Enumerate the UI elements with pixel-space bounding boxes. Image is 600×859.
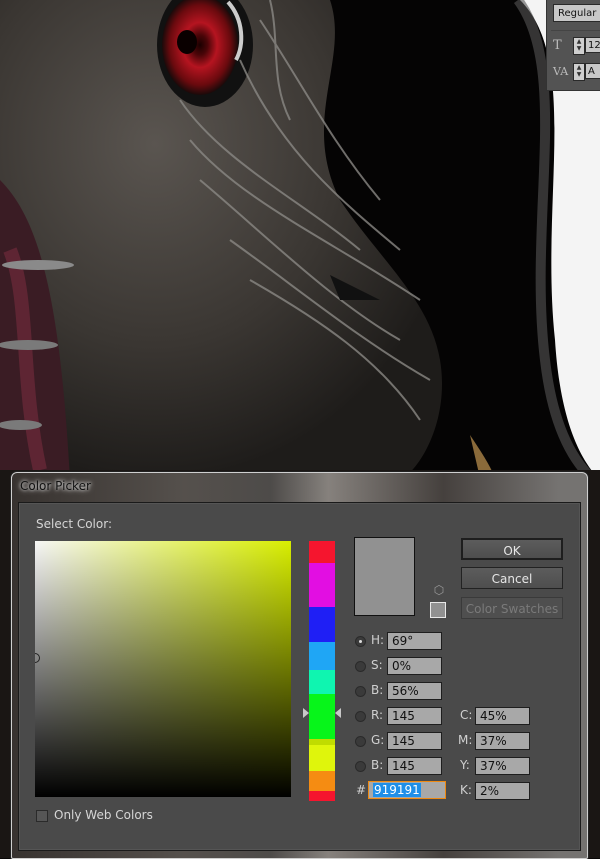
black-label: K: bbox=[460, 783, 472, 797]
radio-red[interactable] bbox=[355, 711, 366, 722]
only-web-colors-label[interactable]: Only Web Colors bbox=[54, 808, 153, 822]
green-field[interactable]: 145 bbox=[387, 732, 442, 750]
yellow-field[interactable]: 37% bbox=[475, 757, 530, 775]
cyan-field[interactable]: 45% bbox=[475, 707, 530, 725]
hue-slider-band bbox=[309, 607, 335, 642]
font-size-stepper[interactable]: ▲ ▼ bbox=[573, 37, 585, 55]
radio-saturation[interactable] bbox=[355, 661, 366, 672]
black-field[interactable]: 2% bbox=[475, 782, 530, 800]
radio-hue[interactable] bbox=[355, 636, 366, 647]
green-label: G: bbox=[371, 733, 385, 747]
color-swatches-button[interactable]: Color Swatches bbox=[461, 597, 563, 619]
red-label: R: bbox=[371, 708, 384, 722]
radio-green[interactable] bbox=[355, 736, 366, 747]
color-picker-dialog: Color Picker Select Color: ⬡ OK Cancel C… bbox=[11, 472, 588, 859]
radio-brightness[interactable] bbox=[355, 686, 366, 697]
color-field-brightness-layer bbox=[35, 541, 291, 797]
websafe-swatch[interactable] bbox=[430, 602, 446, 618]
hue-slider-band bbox=[309, 745, 335, 771]
saturation-label: S: bbox=[371, 658, 383, 672]
dialog-body: Select Color: ⬡ OK Cancel Color Swatches… bbox=[18, 502, 581, 851]
dialog-title[interactable]: Color Picker bbox=[20, 479, 91, 493]
cancel-button[interactable]: Cancel bbox=[461, 567, 563, 589]
hue-slider-band bbox=[309, 541, 335, 563]
brightness-field[interactable]: 56% bbox=[387, 682, 442, 700]
hue-slider-band bbox=[309, 694, 335, 739]
hex-label: # bbox=[356, 783, 367, 797]
hex-value: 919191 bbox=[373, 783, 421, 797]
cyan-label: C: bbox=[460, 708, 473, 722]
magenta-label: M: bbox=[458, 733, 473, 747]
magenta-field[interactable]: 37% bbox=[475, 732, 530, 750]
brightness-label: B: bbox=[371, 683, 384, 697]
saturation-field[interactable]: 0% bbox=[387, 657, 442, 675]
hue-slider-band bbox=[309, 670, 335, 694]
hue-slider-band bbox=[309, 771, 335, 791]
font-size-field[interactable]: 12 bbox=[585, 37, 600, 53]
hue-slider-band bbox=[309, 791, 335, 801]
ok-button[interactable]: OK bbox=[461, 538, 563, 560]
blue-field[interactable]: 145 bbox=[387, 757, 442, 775]
hex-field[interactable]: 919191 bbox=[368, 781, 446, 799]
hue-slider-band bbox=[309, 563, 335, 607]
select-color-label: Select Color: bbox=[36, 517, 112, 531]
panel-divider bbox=[551, 30, 600, 31]
font-style-dropdown[interactable]: Regular bbox=[553, 4, 600, 22]
hue-field[interactable]: 69° bbox=[387, 632, 442, 650]
only-web-colors-checkbox[interactable] bbox=[36, 810, 48, 822]
yellow-label: Y: bbox=[460, 758, 470, 772]
color-preview-swatch bbox=[354, 537, 415, 616]
radio-blue[interactable] bbox=[355, 761, 366, 772]
hue-slider-arrow-left[interactable] bbox=[303, 708, 309, 718]
blue-label: B: bbox=[371, 758, 384, 772]
character-panel: Regular T ▲ ▼ 12 VA ▲ ▼ A bbox=[546, 0, 600, 91]
tracking-icon: VA bbox=[553, 65, 569, 78]
hue-slider-arrow-right[interactable] bbox=[335, 708, 341, 718]
tracking-stepper[interactable]: ▲ ▼ bbox=[573, 63, 585, 81]
hue-slider-band bbox=[309, 642, 335, 670]
font-size-icon: T bbox=[553, 38, 562, 53]
red-field[interactable]: 145 bbox=[387, 707, 442, 725]
color-field[interactable] bbox=[35, 541, 291, 797]
hue-label: H: bbox=[371, 633, 385, 647]
hue-slider[interactable] bbox=[309, 541, 335, 801]
cube-icon[interactable]: ⬡ bbox=[432, 583, 446, 597]
tracking-field[interactable]: A bbox=[585, 63, 600, 79]
